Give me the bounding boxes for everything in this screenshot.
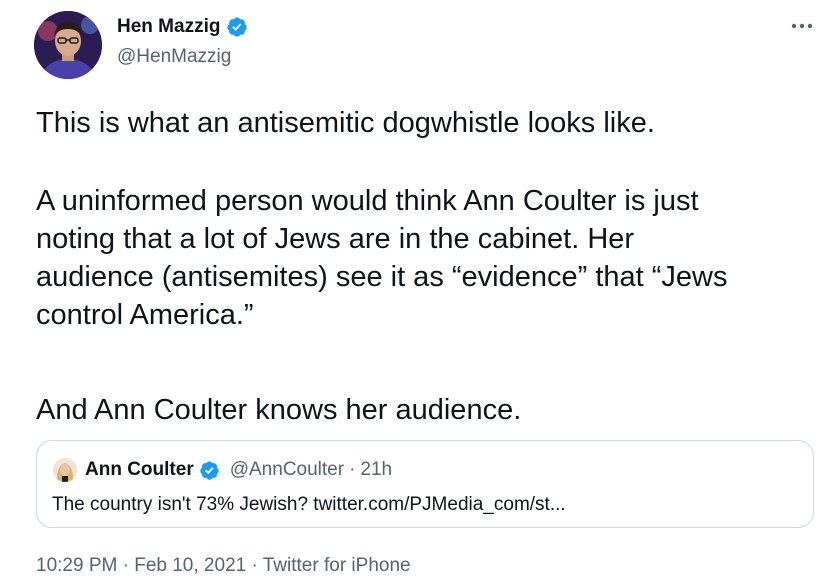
tweet-date[interactable]: Feb 10, 2021: [134, 555, 246, 576]
more-options-icon[interactable]: [789, 18, 815, 34]
author-handle[interactable]: @HenMazzig: [117, 46, 231, 68]
quoted-author-handle: @AnnCoulter: [229, 459, 345, 480]
verified-badge-icon: [227, 17, 248, 37]
author-name-row: Hen Mazzig: [117, 16, 248, 38]
quoted-tweet-age: 21h: [360, 459, 393, 480]
tweet-paragraph: A uninformed person would think Ann Coul…: [36, 185, 728, 331]
tweet-paragraph: And Ann Coulter knows her audience.: [36, 394, 522, 426]
quoted-tweet-text: The country isn't 73% Jewish? twitter.co…: [52, 494, 566, 515]
tweet-meta: 10:29 PM · Feb 10, 2021 · Twitter for iP…: [36, 555, 411, 577]
tweet-time[interactable]: 10:29 PM: [36, 555, 117, 576]
meta-separator: ·: [246, 555, 263, 576]
verified-badge-icon: [200, 460, 219, 480]
meta-separator: ·: [117, 555, 135, 576]
quoted-author-avatar: [53, 458, 77, 482]
quoted-author-avatar-image: [53, 458, 77, 482]
tweet-paragraph: This is what an antisemitic dogwhistle l…: [36, 107, 655, 139]
quoted-tweet-card[interactable]: Ann Coulter @AnnCoulter · 21h The countr…: [36, 440, 814, 528]
quoted-separator: ·: [349, 459, 356, 480]
quoted-author-name: Ann Coulter: [85, 459, 194, 480]
tweet-source-link[interactable]: Twitter for iPhone: [263, 555, 411, 576]
quoted-tweet-header: Ann Coulter @AnnCoulter · 21h: [85, 459, 392, 481]
author-avatar-image: [34, 11, 102, 79]
author-avatar[interactable]: [34, 11, 102, 79]
author-display-name[interactable]: Hen Mazzig: [117, 16, 220, 38]
